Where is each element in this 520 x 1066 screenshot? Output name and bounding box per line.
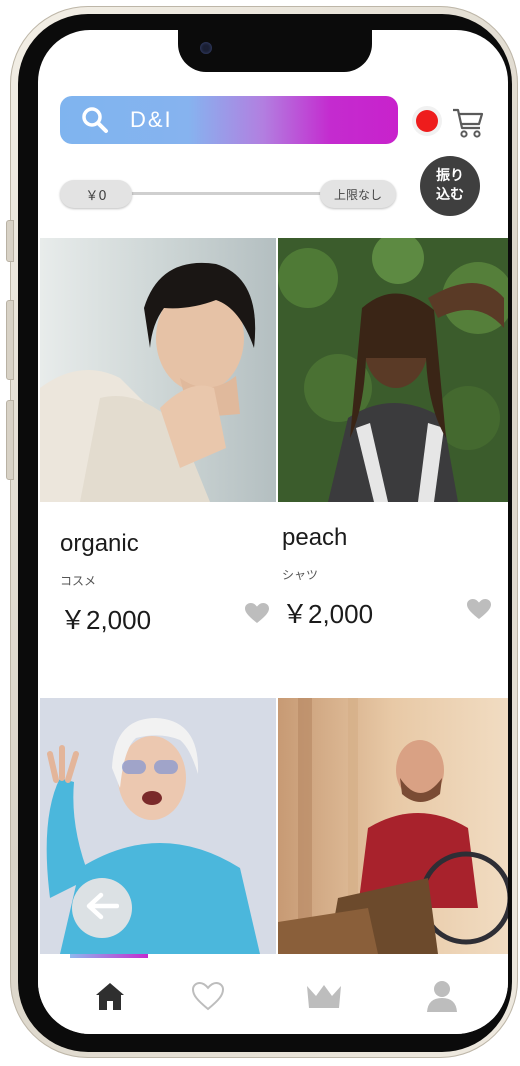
product-price: ￥2,000: [60, 605, 152, 635]
app-screen: D&I ￥0 上限なし 振り 込む organic コスメ ￥2,000 pea…: [38, 30, 508, 1034]
cart-icon[interactable]: [450, 104, 486, 140]
filter-button[interactable]: 振り 込む: [420, 156, 480, 216]
product-image-4[interactable]: [278, 698, 508, 954]
product-price: ￥2,000: [282, 599, 374, 629]
product-name[interactable]: organic: [60, 530, 139, 558]
price-min-handle[interactable]: ￥0: [60, 180, 132, 208]
product-image-peach[interactable]: [278, 238, 508, 502]
product-category: シャツ: [282, 568, 319, 582]
heart-icon[interactable]: [244, 602, 270, 624]
filter-button-line1: 振り: [436, 168, 464, 184]
notification-dot: [416, 110, 438, 132]
front-camera: [200, 42, 212, 54]
price-range-track[interactable]: [98, 192, 338, 195]
heart-icon[interactable]: [466, 598, 492, 620]
user-icon[interactable]: [422, 976, 462, 1016]
product-category: コスメ: [60, 574, 97, 588]
filter-button-line2: 込む: [436, 187, 464, 203]
product-image-organic[interactable]: [40, 238, 276, 502]
crown-icon[interactable]: [304, 976, 344, 1016]
product-name[interactable]: peach: [282, 524, 347, 552]
heart-outline-icon[interactable]: [188, 976, 228, 1016]
arrow-left-icon: [85, 891, 120, 925]
phone-volume-down: [6, 400, 14, 480]
home-icon[interactable]: [90, 976, 130, 1016]
back-button[interactable]: [72, 878, 132, 938]
phone-side-button: [6, 220, 14, 262]
search-query[interactable]: D&I: [130, 107, 173, 133]
search-icon: [80, 105, 110, 135]
phone-volume-up: [6, 300, 14, 380]
notch: [178, 30, 372, 72]
search-bar[interactable]: D&I: [60, 96, 398, 144]
bottom-nav: [38, 958, 508, 1034]
price-max-handle[interactable]: 上限なし: [320, 180, 396, 208]
